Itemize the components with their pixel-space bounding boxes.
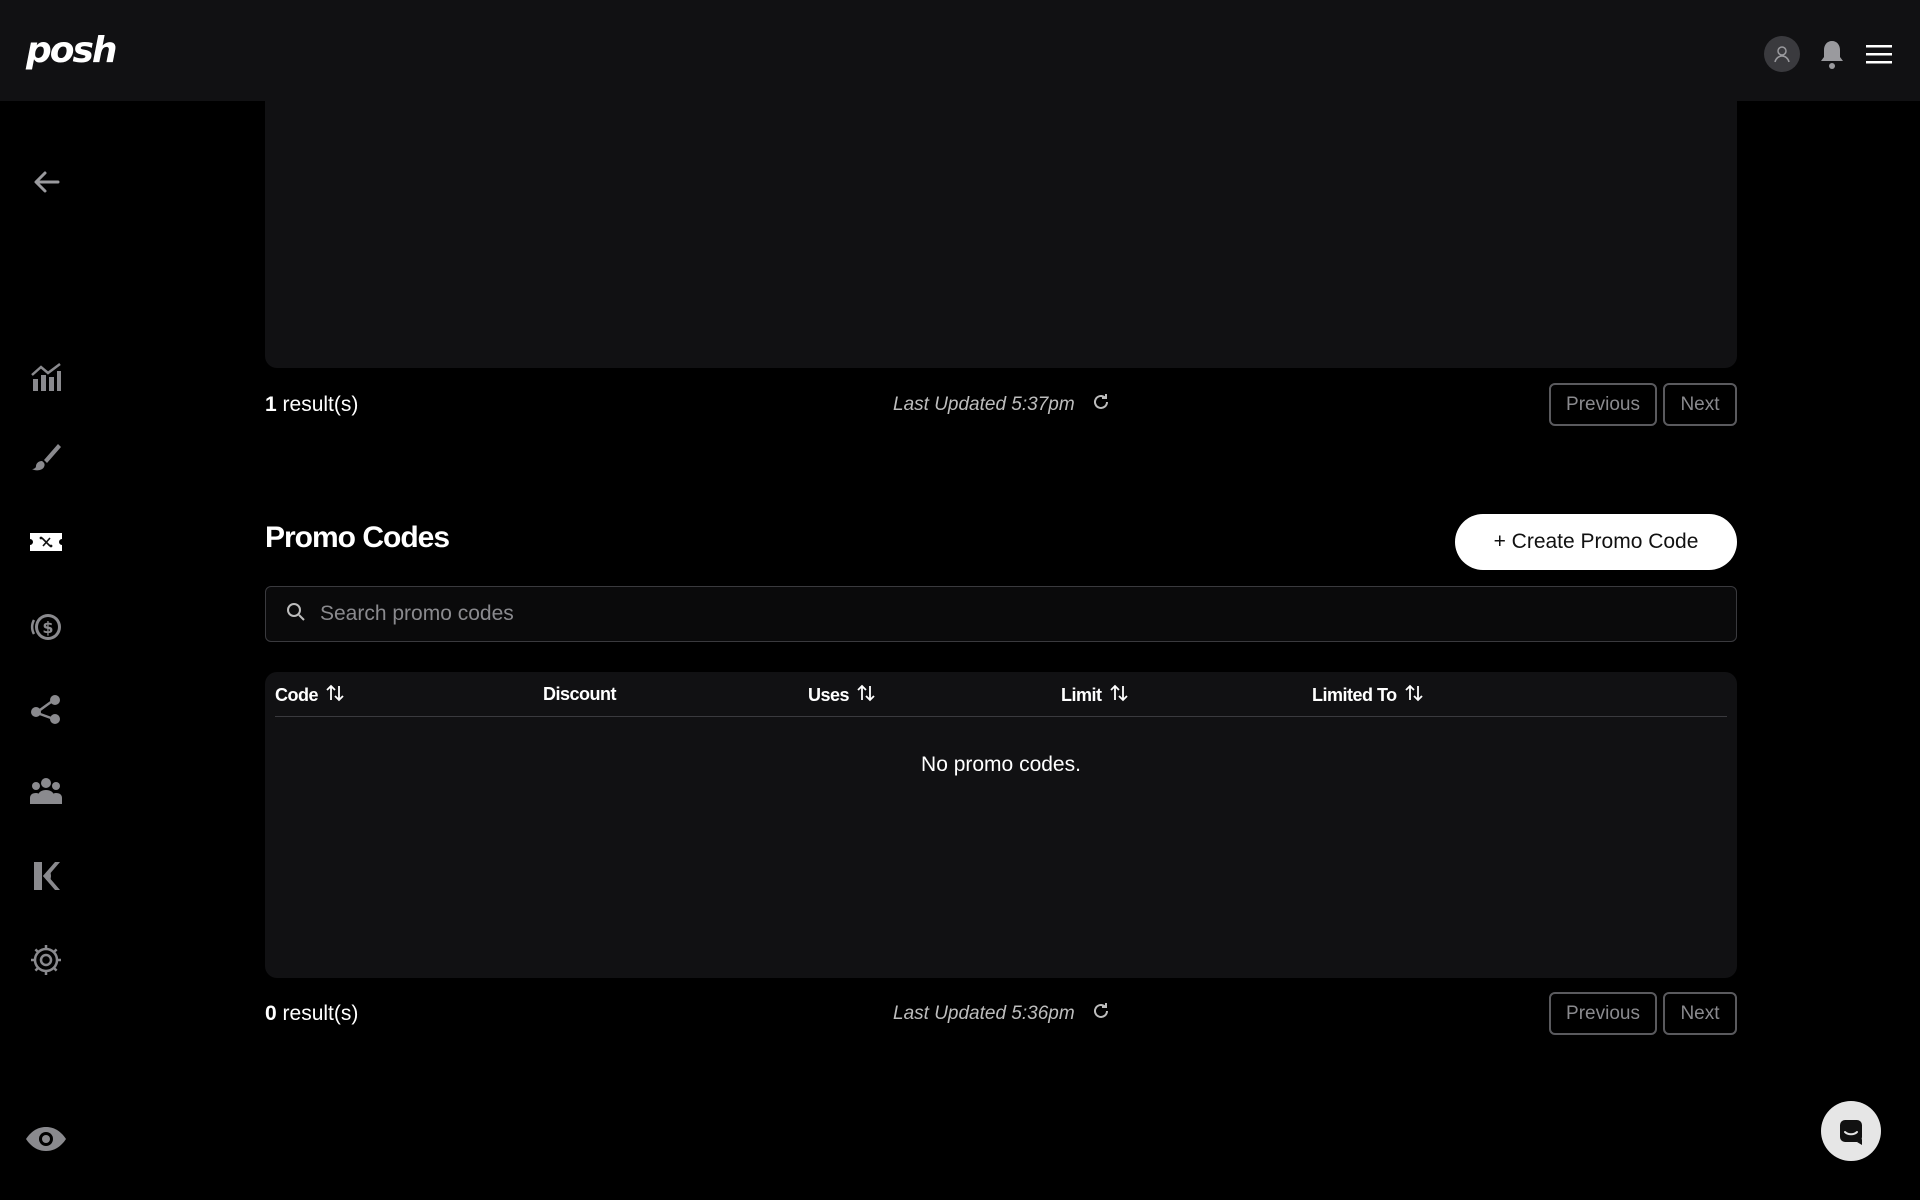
promo-results-count: 0 result(s) xyxy=(265,1002,359,1025)
tickets-table-panel xyxy=(265,101,1737,368)
kickback-k-icon[interactable] xyxy=(27,857,65,895)
top-bar-actions xyxy=(1764,36,1894,72)
hamburger-menu-icon[interactable] xyxy=(1864,42,1894,66)
search-icon xyxy=(286,602,306,627)
sort-icon[interactable] xyxy=(326,684,344,707)
table-header: Code Discount Uses Limit Limited To xyxy=(275,684,1727,717)
next-button[interactable]: Next xyxy=(1663,992,1737,1035)
back-arrow-icon[interactable] xyxy=(27,163,65,201)
tickets-last-updated: Last Updated 5:37pm xyxy=(893,383,1111,427)
tickets-results-count: 1 result(s) xyxy=(265,393,359,416)
money-icon[interactable]: $ xyxy=(27,608,65,646)
next-button[interactable]: Next xyxy=(1663,383,1737,426)
chat-support-icon[interactable] xyxy=(1821,1101,1881,1161)
column-uses[interactable]: Uses xyxy=(808,684,875,707)
search-promo-codes-input[interactable] xyxy=(320,602,1620,626)
settings-gear-icon[interactable] xyxy=(27,941,65,979)
column-limit[interactable]: Limit xyxy=(1061,684,1128,707)
sidebar: $ xyxy=(0,101,92,1200)
analytics-chart-icon[interactable] xyxy=(27,358,65,396)
previous-button[interactable]: Previous xyxy=(1549,992,1657,1035)
bell-icon[interactable] xyxy=(1818,38,1846,70)
column-limited-to[interactable]: Limited To xyxy=(1312,684,1423,707)
paint-brush-icon[interactable] xyxy=(27,438,65,476)
create-promo-code-button[interactable]: + Create Promo Code xyxy=(1455,514,1737,570)
promo-pagination: Previous Next xyxy=(1549,992,1737,1035)
sort-icon[interactable] xyxy=(1405,684,1423,707)
ticket-icon[interactable] xyxy=(27,523,65,561)
column-discount: Discount xyxy=(543,684,617,704)
user-avatar-icon[interactable] xyxy=(1764,36,1800,72)
posh-logo[interactable]: posh xyxy=(26,30,118,71)
promo-search-box xyxy=(265,586,1737,642)
tickets-pagination: Previous Next xyxy=(1549,383,1737,426)
promo-last-updated: Last Updated 5:36pm xyxy=(893,992,1111,1036)
eye-preview-icon[interactable] xyxy=(24,1120,68,1158)
svg-text:$: $ xyxy=(42,618,53,637)
tickets-results-row: 1 result(s) Last Updated 5:37pm Previous… xyxy=(265,383,1737,427)
sort-icon[interactable] xyxy=(857,684,875,707)
promo-codes-table: Code Discount Uses Limit Limited To No p… xyxy=(265,672,1737,978)
promo-codes-title: Promo Codes xyxy=(265,521,450,554)
top-bar: posh xyxy=(0,0,1920,101)
promo-results-row: 0 result(s) Last Updated 5:36pm Previous… xyxy=(265,992,1737,1036)
previous-button[interactable]: Previous xyxy=(1549,383,1657,426)
empty-state-message: No promo codes. xyxy=(921,753,1081,776)
team-icon[interactable] xyxy=(27,772,65,810)
refresh-icon[interactable] xyxy=(1091,1001,1111,1027)
share-network-icon[interactable] xyxy=(27,690,65,728)
column-code[interactable]: Code xyxy=(275,684,344,707)
sort-icon[interactable] xyxy=(1109,684,1128,707)
refresh-icon[interactable] xyxy=(1091,392,1111,418)
